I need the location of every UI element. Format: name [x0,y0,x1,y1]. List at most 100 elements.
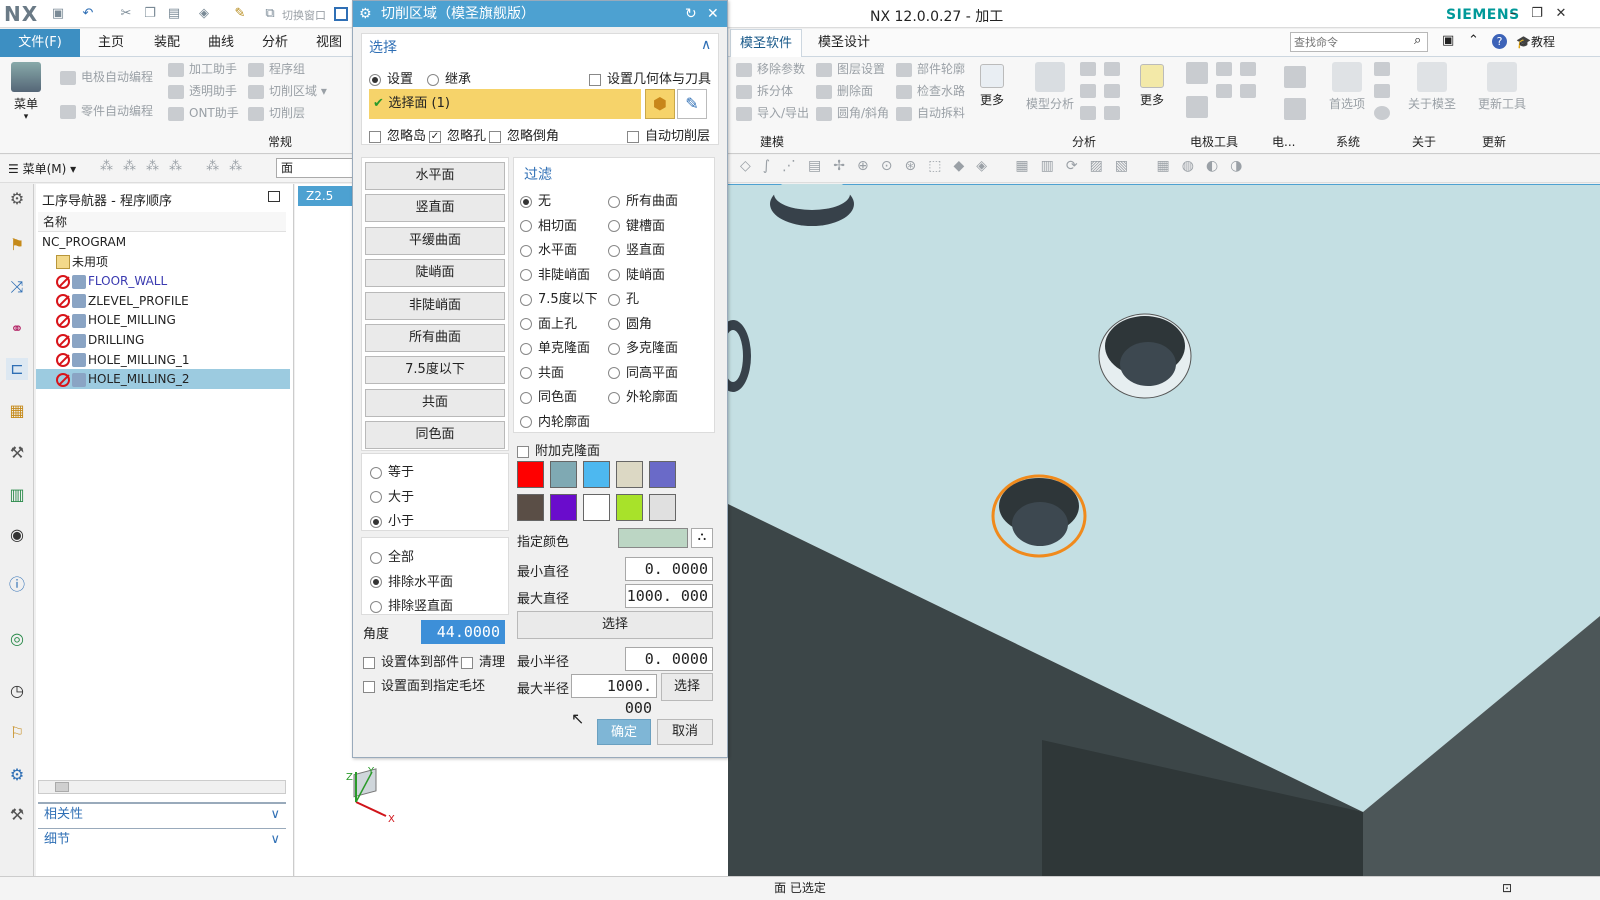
color-swatch[interactable] [583,494,610,521]
angle-input[interactable]: 44.0000 [421,620,505,644]
color-swatch[interactable] [550,461,577,488]
ont-helper[interactable]: ONT助手 [168,102,239,124]
filter-radio[interactable]: 共面 [520,362,564,381]
machine-nav-icon[interactable]: ▦ [6,400,28,422]
filter-radio[interactable]: 非陡峭面 [520,264,590,283]
lock-icon[interactable] [1374,84,1390,98]
cut-icon[interactable]: ✂ [118,6,134,22]
cut-layer[interactable]: 切削层 [248,102,305,124]
tree-row[interactable]: HOLE_MILLING [36,310,290,330]
filter-radio[interactable]: 相切面 [520,215,577,234]
window-icon[interactable] [334,7,348,21]
compare-radio[interactable]: 小于 [370,510,414,529]
touch-icon[interactable]: ✎ [232,6,248,22]
tab-curve[interactable]: 曲线 [208,29,234,57]
cancel-button[interactable]: 取消 [657,719,713,745]
compare-radio[interactable]: 大于 [370,486,414,505]
face-selector-icon[interactable]: ⬢ [645,89,675,119]
tab-analysis[interactable]: 分析 [262,29,288,57]
program-group[interactable]: 程序组 [248,58,305,80]
filter-type-select[interactable]: 面 [276,158,354,178]
color-swatch[interactable] [517,494,544,521]
filter-radio[interactable]: 键槽面 [608,215,665,234]
stack-icon[interactable] [1080,106,1096,120]
paste-icon[interactable]: ▤ [166,6,182,22]
palette-icon[interactable]: ⚐ [6,722,28,744]
transparent-helper[interactable]: 透明助手 [168,80,237,102]
color-swatch[interactable] [517,461,544,488]
tab-home[interactable]: 主页 [98,29,124,57]
more-button-2[interactable]: 更多 [1134,64,1170,108]
electrode-tool-icon-3[interactable] [1240,62,1256,76]
switch-window-icon[interactable]: ⧉ [262,6,278,22]
filter-radio[interactable]: 孔 [608,288,639,307]
column-header-name[interactable]: 名称 [38,212,286,232]
tree-row[interactable]: DRILLING [36,330,290,350]
electrode-extra-icon-2[interactable] [1284,98,1306,120]
tree-row[interactable]: FLOOR_WALL [36,271,290,291]
color-swatch[interactable] [550,494,577,521]
specify-color-box[interactable] [618,528,688,548]
mode-set-radio[interactable]: 设置 [369,68,413,87]
color-swatch[interactable] [583,461,610,488]
color-swatch[interactable] [649,461,676,488]
max-dia-input[interactable]: 1000. 000 [625,584,713,608]
filter-radio[interactable]: 无 [520,190,551,209]
save-icon[interactable]: ▣ [50,6,66,22]
electrode-tool-icon-1[interactable] [1186,62,1208,84]
select-dia-button[interactable]: 选择 [517,611,713,639]
tree-row[interactable]: HOLE_MILLING_1 [36,350,290,370]
min-rad-input[interactable]: 0. 0000 [625,647,713,671]
scope-radio[interactable]: 排除水平面 [370,571,453,590]
process-icon[interactable]: ⚙ [6,764,28,786]
set-body-part-checkbox[interactable]: 设置体到部件 [363,651,459,670]
library-icon[interactable]: ▥ [6,484,28,506]
more-button-1[interactable]: 更多 [974,64,1010,108]
select-face-field[interactable]: ✔ 选择面 (1) [369,89,641,119]
horizontal-scrollbar[interactable] [38,780,286,794]
tutorial-link[interactable]: 🎓教程 [1516,33,1555,50]
box-icon[interactable] [1080,84,1096,98]
update-tool-button[interactable]: 更新工具 [1472,62,1532,112]
face-type-button[interactable]: 平缓曲面 [365,226,505,255]
filter-radio[interactable]: 面上孔 [520,313,577,332]
filter-radio[interactable]: 多克隆面 [608,337,678,356]
auto-split[interactable]: 自动拆料 [896,104,965,121]
settings-gear-icon[interactable]: ⚙ [6,188,28,210]
switch-window-label[interactable]: 切换窗口 [282,7,326,23]
tree-row[interactable]: NC_PROGRAM [36,232,290,252]
add-clone-checkbox[interactable]: 附加克隆面 [517,440,600,459]
preferences-button[interactable]: 首选项 [1322,62,1372,112]
reuse-library-icon[interactable]: ⚒ [6,442,28,464]
assembly-nav-icon[interactable]: ⚑ [6,234,28,256]
face-type-button[interactable]: 共面 [365,388,505,417]
electrode-tool-icon-5[interactable] [1216,84,1232,98]
electrode-tool-icon-4[interactable] [1186,96,1208,118]
constraint-nav-icon[interactable]: ⤨ [6,276,28,298]
search-input[interactable] [1290,32,1428,52]
toolbar-icons-right[interactable]: ◇∫⋰▤✢⊕⊙⊛⬚◆◈ ▦▥⟳▨▧ ▦◍◐◑ [740,158,1254,174]
ignore-chamfer-checkbox[interactable]: 忽略倒角 [489,125,559,144]
undo-icon[interactable]: ↶ [80,6,96,22]
section-dependencies[interactable]: 相关性 ∨ [38,802,286,824]
layout-icon[interactable]: ▣ [1442,33,1454,48]
question-icon[interactable] [1374,106,1390,120]
electrode-extra-icon-1[interactable] [1284,66,1306,88]
scrollbar-thumb[interactable] [55,782,69,792]
filter-radio[interactable]: 7.5度以下 [520,288,598,307]
tab-mosheng-design[interactable]: 模圣设计 [818,29,870,57]
face-type-button[interactable]: 竖直面 [365,194,505,223]
help-icon[interactable]: ? [1492,34,1507,49]
layer-settings[interactable]: 图层设置 [816,60,885,77]
split-body[interactable]: 拆分体 [736,82,793,99]
fillet-chamfer[interactable]: 圆角/斜角 [816,104,889,121]
cut-area[interactable]: 切削区域 ▾ [248,80,327,102]
close-button[interactable]: ✕ [1550,5,1572,23]
share-icon[interactable] [1104,106,1120,120]
max-rad-input[interactable]: 1000. 000 [571,674,657,717]
dialog-close-icon[interactable]: ✕ [707,1,719,27]
face-type-button[interactable]: 7.5度以下 [365,356,505,385]
remove-params[interactable]: 移除参数 [736,60,805,77]
ok-button[interactable]: 确定 [597,719,651,745]
mode-inherit-radio[interactable]: 继承 [427,68,471,87]
